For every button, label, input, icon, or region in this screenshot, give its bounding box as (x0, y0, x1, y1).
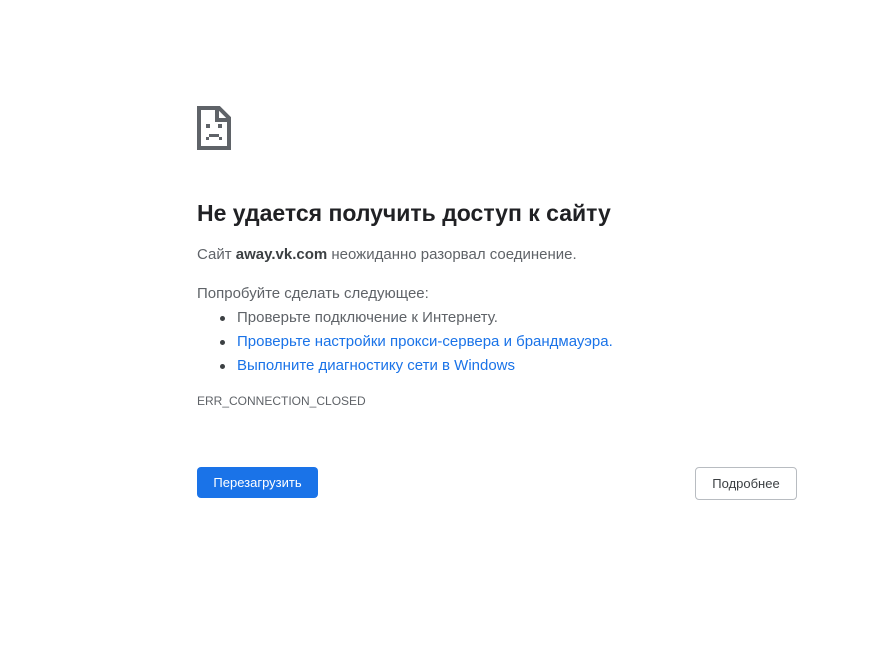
details-button[interactable]: Подробнее (695, 467, 797, 500)
proxy-firewall-link[interactable]: Проверьте настройки прокси-сервера и бра… (237, 333, 613, 350)
network-diagnostics-link[interactable]: Выполните диагностику сети в Windows (237, 357, 515, 374)
page-title: Не удается получить доступ к сайту (197, 200, 611, 226)
error-page: Не удается получить доступ к сайту Сайт … (0, 0, 869, 647)
suggestions-list: Проверьте подключение к Интернету. Прове… (197, 308, 797, 376)
suggestion-item: Проверьте настройки прокси-сервера и бра… (217, 332, 797, 352)
bullet-dot (220, 364, 225, 369)
site-host: away.vk.com (235, 246, 328, 263)
try-heading: Попробуйте сделать следующее: (197, 285, 429, 302)
reload-button[interactable]: Перезагрузить (197, 467, 318, 498)
suggestion-item: Проверьте подключение к Интернету. (217, 308, 797, 328)
sad-page-icon (197, 106, 231, 150)
bullet-dot (220, 316, 225, 321)
error-code: ERR_CONNECTION_CLOSED (197, 394, 366, 408)
error-description: Сайт away.vk.com неожиданно разорвал сое… (197, 245, 797, 265)
bullet-dot (220, 340, 225, 345)
error-content: Не удается получить доступ к сайту Сайт … (197, 106, 797, 409)
suggestion-item: Выполните диагностику сети в Windows (217, 356, 797, 376)
description-suffix: неожиданно разорвал соединение. (327, 246, 577, 263)
suggestion-check-connection: Проверьте подключение к Интернету. (237, 309, 498, 326)
description-prefix: Сайт (197, 246, 236, 263)
